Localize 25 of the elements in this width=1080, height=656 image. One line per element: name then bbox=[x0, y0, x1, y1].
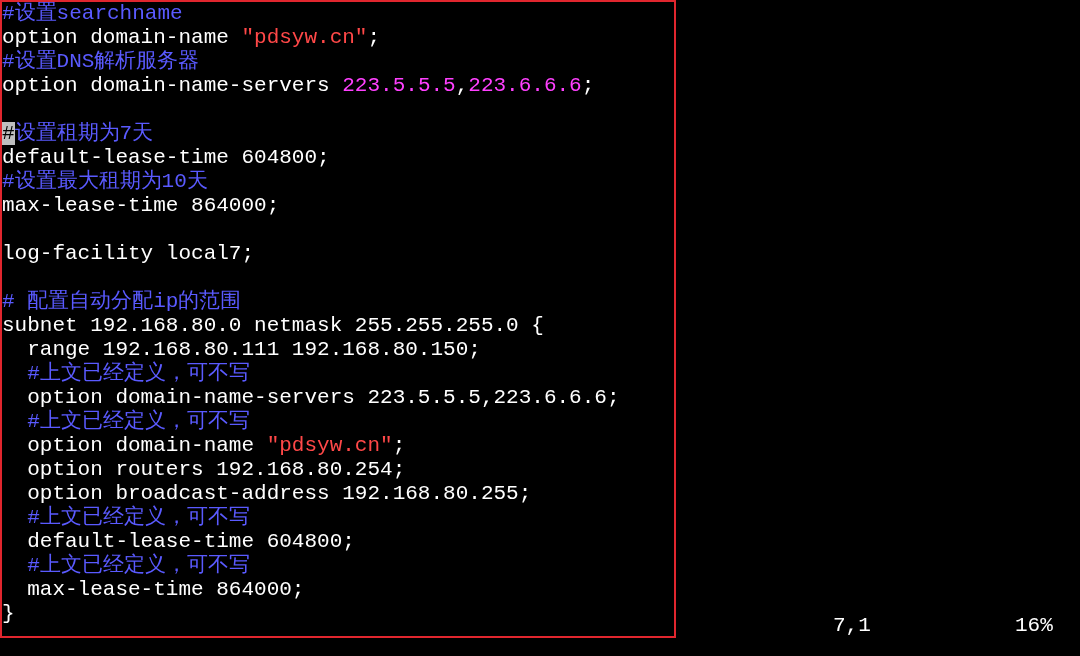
code-line: option broadcast-address 192.168.80.255; bbox=[26, 482, 533, 505]
code-line: log-facility local7; bbox=[2, 242, 256, 266]
code-line: option domain-name "pdsyw.cn"; bbox=[2, 26, 382, 50]
code-line: max-lease-time 864000; bbox=[26, 578, 306, 602]
code-line: max-lease-time 864000; bbox=[2, 194, 281, 218]
code-line: option domain-name "pdsyw.cn"; bbox=[26, 434, 407, 458]
code-line: subnet 192.168.80.0 netmask 255.255.255.0 { bbox=[2, 314, 545, 338]
code-line: option routers 192.168.80.254; bbox=[26, 458, 407, 482]
scroll-percent: 16% bbox=[1015, 614, 1053, 638]
code-line: option domain-name-servers 223.5.5.5,223.6.6.6; bbox=[2, 74, 596, 98]
code-line: #上文已经定义，可不写 bbox=[26, 410, 251, 434]
code-line: } bbox=[2, 602, 16, 626]
code-line: #上文已经定义，可不写 bbox=[26, 362, 251, 386]
code-line: #设置DNS解析服务器 bbox=[2, 50, 201, 74]
code-line: default-lease-time 604800; bbox=[2, 146, 331, 169]
code-line: range 192.168.80.111 192.168.80.150; bbox=[26, 338, 482, 361]
code-line: # 配置自动分配ip的范围 bbox=[2, 290, 243, 314]
code-line: option domain-name-servers 223.5.5.5,223.6.6.6; bbox=[26, 386, 621, 409]
code-line: #设置租期为7天 bbox=[2, 122, 155, 146]
code-line: #上文已经定义，可不写 bbox=[26, 506, 251, 530]
code-line: default-lease-time 604800; bbox=[26, 530, 356, 553]
code-line: #设置最大租期为10天 bbox=[2, 170, 209, 194]
code-line: #设置searchname bbox=[2, 2, 184, 26]
cursor-position: 7,1 bbox=[833, 614, 872, 638]
code-line: #上文已经定义，可不写 bbox=[26, 554, 251, 578]
